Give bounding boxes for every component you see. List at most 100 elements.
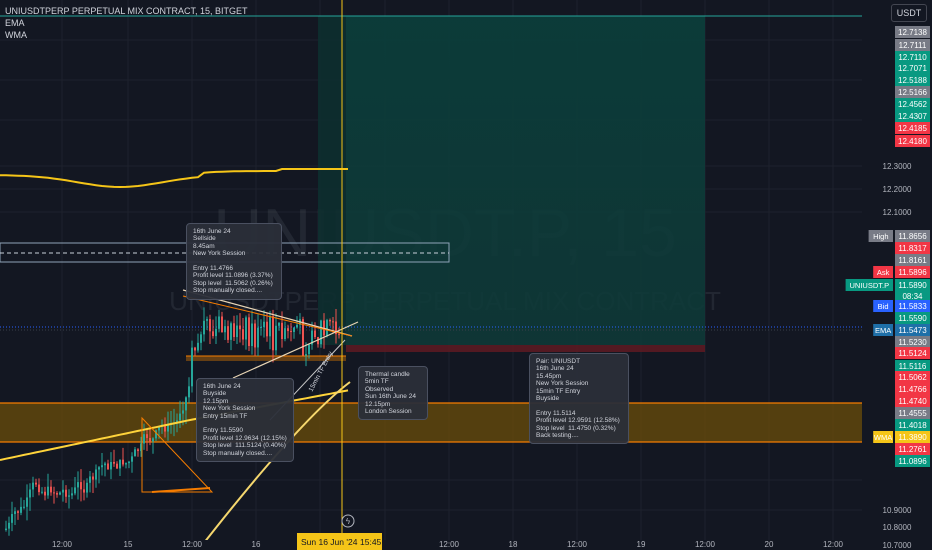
note-line: [203, 420, 287, 427]
candle-body: [89, 476, 91, 483]
note-line: 16th June 24: [203, 383, 241, 390]
price-label-value: 12.4307: [898, 112, 927, 121]
note-line: Entry 11.5114: [536, 409, 576, 417]
price-label-value: 12.4185: [898, 124, 927, 133]
price-label-value: 11.5124: [898, 349, 927, 358]
note-line: Profit level 11.0896 (3.37%): [193, 272, 273, 280]
price-chart[interactable]: UNIUSDT.P, 15 UNIUSDTPERP PERPETUAL MIX …: [0, 0, 932, 550]
price-label-value: 11.8656: [898, 232, 927, 241]
note-pair[interactable]: Pair: UNIUSDT 16th June 24 15.45pm New York…: [529, 353, 629, 445]
note-line: New York Session: [193, 250, 246, 258]
note-thermal-candle[interactable]: Thermal candle 5min TF Observed Sun 16th Ju…: [358, 366, 428, 421]
candle-body: [305, 354, 307, 356]
time-tick-label: 12:00: [182, 540, 203, 549]
price-label-value: 11.4766: [898, 385, 927, 394]
candle-body: [269, 316, 271, 337]
price-label-value: 11.5890: [898, 281, 927, 290]
note-buyside[interactable]: 16th June 24 Buyside 12.15pm New York Sessi…: [196, 378, 294, 463]
candle-body: [68, 495, 70, 497]
indicator-wma[interactable]: WMA: [5, 29, 248, 41]
candle-body: [35, 482, 37, 485]
candle-body: [329, 320, 331, 322]
note-line: Stop manually closed....: [203, 449, 273, 457]
price-label-value: 11.5896: [898, 268, 927, 277]
note-line: Buyside: [536, 395, 560, 403]
note-line: London Session: [365, 408, 412, 416]
price-label: 12.4185: [895, 122, 930, 134]
candle-body: [113, 461, 115, 464]
candle-body: [284, 328, 286, 339]
price-label: 12.7111: [895, 39, 930, 51]
price-label: 11.3890 WMA: [873, 431, 930, 443]
indicator-ema[interactable]: EMA: [5, 17, 248, 29]
time-tick-label: 12:00: [52, 540, 73, 549]
note-line: Entry 11.4766: [193, 265, 233, 273]
candle-body: [200, 334, 202, 343]
note-line: Stop level 11.5062 (0.26%): [193, 279, 273, 287]
candle-body: [59, 492, 61, 495]
price-label: 12.4180: [895, 135, 930, 147]
note-line: 12.15pm: [365, 400, 391, 408]
price-label-value: 12.4562: [898, 100, 927, 109]
note-line: New York Session: [203, 405, 256, 413]
profit-zone[interactable]: [346, 16, 705, 345]
note-line: 15.45pm: [536, 372, 562, 380]
candle-body: [278, 322, 280, 326]
price-label: 11.5590: [895, 312, 930, 324]
price-label-value: 11.5590: [898, 314, 927, 323]
candle-body: [17, 511, 19, 513]
note-line: [536, 402, 622, 409]
candle-body: [20, 506, 22, 513]
candle-body: [242, 329, 244, 340]
candle-body: [38, 484, 40, 493]
candle-body: [146, 434, 148, 438]
time-tick-label: 12:00: [823, 540, 844, 549]
price-label-value: 12.7071: [898, 64, 927, 73]
candle-body: [65, 489, 67, 497]
price-label-value: 12.7138: [898, 28, 927, 37]
chart-title[interactable]: UNIUSDTPERP PERPETUAL MIX CONTRACT, 15, …: [5, 5, 248, 17]
price-label-value: 12.7110: [898, 53, 927, 62]
price-label-value: 11.8317: [898, 244, 927, 253]
candle-body: [272, 316, 274, 351]
candle-body: [308, 344, 310, 355]
candle-body: [239, 325, 241, 330]
note-line: Pair: UNIUSDT: [536, 358, 581, 365]
candle-body: [110, 461, 112, 470]
note-sellside[interactable]: 16th June 24 Sellside 8.45am New York Sessi…: [186, 223, 282, 300]
price-label-value: 11.5116: [899, 362, 927, 371]
chart-legend: UNIUSDTPERP PERPETUAL MIX CONTRACT, 15, …: [5, 5, 248, 41]
price-label-value: 12.4180: [898, 137, 927, 146]
note-line: New York Session: [536, 380, 589, 388]
candle-body: [128, 461, 130, 464]
candle-body: [263, 321, 265, 328]
currency-button[interactable]: USDT: [891, 4, 927, 22]
candle-body: [191, 347, 193, 387]
candle-body: [188, 386, 190, 398]
candle-body: [77, 482, 79, 488]
price-label-value: 11.0896: [898, 457, 927, 466]
candle-body: [218, 316, 220, 329]
stop-zone[interactable]: [346, 345, 705, 352]
candle-body: [143, 434, 145, 444]
candle-body: [266, 321, 268, 337]
price-label-value: 11.4555: [898, 409, 927, 418]
price-label: 11.8317: [895, 242, 930, 254]
price-tag-label: WMA: [874, 433, 892, 442]
price-label-value: 11.5473: [898, 326, 927, 335]
price-tag-label: High: [873, 232, 888, 241]
note-line: Buyside: [203, 390, 227, 398]
candle-body: [5, 528, 7, 530]
note-line: 16th June 24: [536, 365, 574, 373]
price-label-value: 11.4018: [898, 421, 927, 430]
candle-body: [212, 331, 214, 337]
note-line: 5min TF: [365, 378, 389, 386]
note-line: Entry 15min TF: [203, 412, 248, 420]
time-tick-label: 19: [637, 540, 646, 549]
candle-body: [203, 320, 205, 335]
note-line: Sun 16th June 24: [365, 393, 416, 401]
price-tag-label: EMA: [875, 326, 891, 335]
demand-zone[interactable]: [0, 403, 862, 442]
candle-body: [125, 463, 127, 465]
candle-body: [251, 323, 253, 347]
